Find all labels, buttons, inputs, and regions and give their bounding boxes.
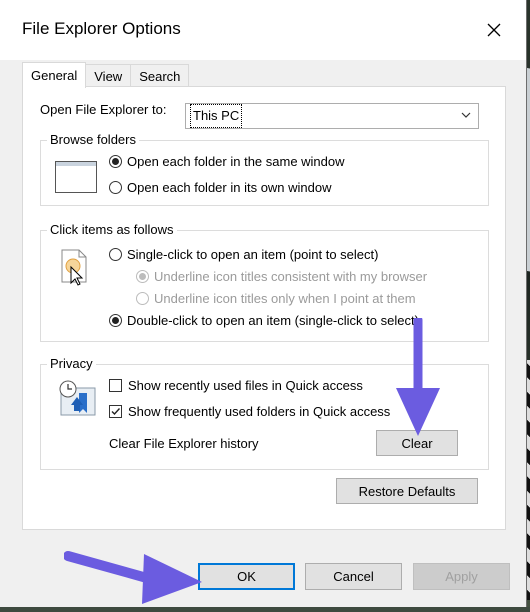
radio-indicator <box>109 155 122 168</box>
checkbox-label: Show frequently used folders in Quick ac… <box>128 404 391 419</box>
window-icon <box>55 161 97 193</box>
radio-indicator <box>109 181 122 194</box>
click-items-group: Click items as follows Single-click to o… <box>40 222 489 342</box>
radio-underline-browser[interactable]: Underline icon titles consistent with my… <box>136 269 427 284</box>
close-icon <box>487 23 501 37</box>
tab-general[interactable]: General <box>22 62 87 88</box>
radio-label: Underline icon titles consistent with my… <box>154 269 428 284</box>
radio-label: Single-click to open an item (point to s… <box>127 247 379 262</box>
check-recent-files[interactable]: Show recently used files in Quick access <box>109 378 363 393</box>
apply-label: Apply <box>445 569 478 584</box>
radio-underline-point[interactable]: Underline icon titles only when I point … <box>136 291 416 306</box>
check-frequent-folders[interactable]: Show frequently used folders in Quick ac… <box>109 404 390 419</box>
dialog-content: General View Search Open File Explorer t… <box>0 60 526 546</box>
radio-indicator <box>109 314 122 327</box>
clear-button-label: Clear <box>401 435 433 451</box>
radio-own-window[interactable]: Open each folder in its own window <box>109 180 332 195</box>
tab-search[interactable]: Search <box>130 64 190 87</box>
checkbox-label: Show recently used files in Quick access <box>128 378 363 393</box>
ok-button[interactable]: OK <box>198 563 295 590</box>
open-to-dropdown[interactable]: This PC <box>185 103 479 129</box>
checkbox-indicator <box>109 379 122 392</box>
ok-label: OK <box>237 569 256 584</box>
chevron-down-icon <box>461 112 471 118</box>
clear-history-button[interactable]: Clear <box>376 430 458 456</box>
browse-folders-group: Browse folders Open each folder in the s… <box>40 132 489 206</box>
radio-indicator <box>136 270 149 283</box>
radio-label: Open each folder in the same window <box>127 154 345 169</box>
radio-label: Open each folder in its own window <box>127 180 332 195</box>
pointer-click-icon <box>61 249 87 286</box>
radio-label: Double-click to open an item (single-cli… <box>127 313 419 328</box>
radio-label: Underline icon titles only when I point … <box>154 291 416 306</box>
radio-indicator <box>136 292 149 305</box>
radio-double-click[interactable]: Double-click to open an item (single-cli… <box>109 313 419 328</box>
file-explorer-options-dialog: File Explorer Options General View Searc… <box>0 0 527 607</box>
cancel-button[interactable]: Cancel <box>305 563 402 590</box>
tab-strip: General View Search <box>22 62 190 88</box>
close-button[interactable] <box>480 16 508 44</box>
open-to-label: Open File Explorer to: <box>40 102 167 117</box>
privacy-legend: Privacy <box>47 356 96 371</box>
cancel-label: Cancel <box>333 569 374 584</box>
click-items-legend: Click items as follows <box>47 222 177 237</box>
dialog-footer: OK Cancel Apply <box>0 546 526 607</box>
apply-button[interactable]: Apply <box>413 563 510 590</box>
privacy-group: Privacy Show recently used files in Quic… <box>40 356 489 470</box>
restore-defaults-button[interactable]: Restore Defaults <box>336 478 478 504</box>
radio-single-click[interactable]: Single-click to open an item (point to s… <box>109 247 378 262</box>
restore-defaults-label: Restore Defaults <box>358 483 456 499</box>
quick-access-icon <box>59 380 96 416</box>
checkbox-indicator <box>109 405 122 418</box>
clear-history-label: Clear File Explorer history <box>109 436 259 451</box>
radio-same-window[interactable]: Open each folder in the same window <box>109 154 345 169</box>
checkmark-icon <box>111 408 121 416</box>
tab-view[interactable]: View <box>85 64 132 87</box>
general-tab-panel: Open File Explorer to: This PC Browse fo… <box>22 86 506 530</box>
open-to-value: This PC <box>190 104 243 128</box>
browse-folders-legend: Browse folders <box>47 132 139 147</box>
title-bar: File Explorer Options <box>0 0 526 60</box>
window-title: File Explorer Options <box>22 19 181 38</box>
radio-indicator <box>109 248 122 261</box>
